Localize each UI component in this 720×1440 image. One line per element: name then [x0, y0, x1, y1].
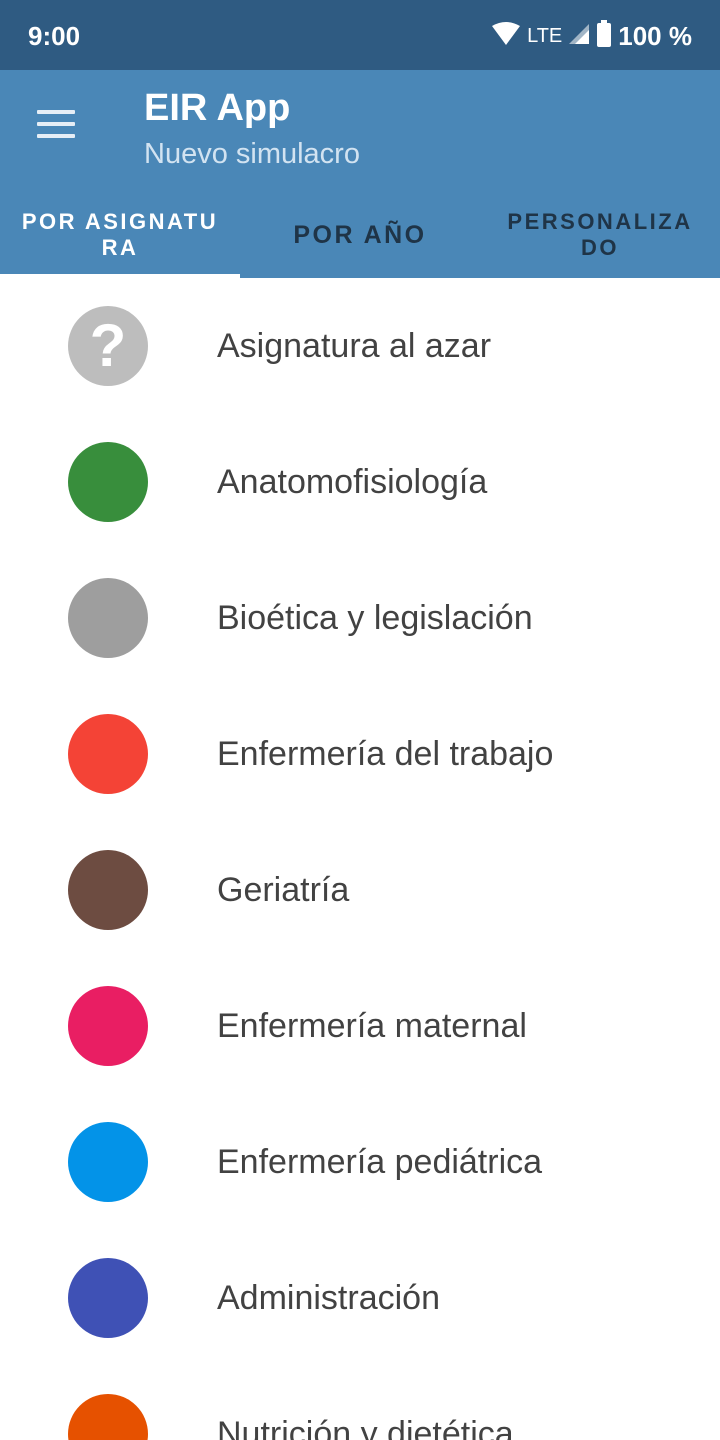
question-mark-icon: ?	[68, 306, 148, 386]
app-bar: EIR App Nuevo simulacro POR ASIGNATURA P…	[0, 70, 720, 278]
subject-color-dot	[68, 1258, 148, 1338]
subject-label: Enfermería maternal	[217, 1007, 527, 1045]
subject-label: Geriatría	[217, 871, 350, 909]
tab-personalizado[interactable]: PERSONALIZADO	[480, 192, 720, 278]
signal-icon	[568, 23, 590, 50]
subject-color-dot	[68, 1122, 148, 1202]
subject-item-enfermeria-trabajo[interactable]: Enfermería del trabajo	[0, 686, 720, 822]
subject-label: Bioética y legislación	[217, 599, 533, 637]
subject-label: Anatomofisiología	[217, 463, 488, 501]
subject-item-anatomofisiologia[interactable]: Anatomofisiología	[0, 414, 720, 550]
subject-item-nutricion[interactable]: Nutrición y dietética	[0, 1366, 720, 1440]
subject-color-dot	[68, 850, 148, 930]
menu-line	[37, 122, 75, 126]
hamburger-menu-icon[interactable]	[24, 96, 88, 152]
subject-label: Nutrición y dietética	[217, 1415, 514, 1440]
menu-line	[37, 110, 75, 114]
screen: 9:00 LTE 100 % EIR App Nuevo simulacro P…	[0, 0, 720, 1440]
subject-label: Asignatura al azar	[217, 327, 492, 365]
tab-por-ano[interactable]: POR AÑO	[240, 192, 480, 278]
app-subtitle: Nuevo simulacro	[144, 138, 360, 170]
subject-color-dot	[68, 578, 148, 658]
subject-item-geriatria[interactable]: Geriatría	[0, 822, 720, 958]
subject-color-dot	[68, 442, 148, 522]
status-time: 9:00	[28, 21, 81, 51]
subject-item-administracion[interactable]: Administración	[0, 1230, 720, 1366]
subject-color-dot	[68, 714, 148, 794]
subject-color-dot	[68, 986, 148, 1066]
subject-list: ? Asignatura al azar Anatomofisiología B…	[0, 278, 720, 1440]
subject-color-dot	[68, 1394, 148, 1440]
tab-label: PERSONALIZADO	[507, 209, 693, 260]
network-type: LTE	[527, 25, 563, 47]
wifi-icon	[491, 21, 521, 51]
tab-label: POR AÑO	[293, 221, 427, 249]
tab-bar: POR ASIGNATURA POR AÑO PERSONALIZADO	[0, 192, 720, 278]
battery-icon	[596, 19, 612, 53]
battery-level: 100 %	[618, 21, 692, 51]
subject-label: Administración	[217, 1279, 440, 1317]
status-icons: LTE 100 %	[491, 18, 692, 54]
menu-line	[37, 134, 75, 138]
subject-item-random[interactable]: ? Asignatura al azar	[0, 278, 720, 414]
status-bar: 9:00 LTE 100 %	[0, 0, 720, 70]
subject-item-bioetica[interactable]: Bioética y legislación	[0, 550, 720, 686]
subject-item-enfermeria-maternal[interactable]: Enfermería maternal	[0, 958, 720, 1094]
subject-label: Enfermería pediátrica	[217, 1143, 543, 1181]
subject-item-enfermeria-pediatrica[interactable]: Enfermería pediátrica	[0, 1094, 720, 1230]
app-title: EIR App	[144, 87, 291, 129]
tab-por-asignatura[interactable]: POR ASIGNATURA	[0, 192, 240, 278]
subject-label: Enfermería del trabajo	[217, 735, 554, 773]
tab-label: POR ASIGNATURA	[21, 209, 219, 260]
